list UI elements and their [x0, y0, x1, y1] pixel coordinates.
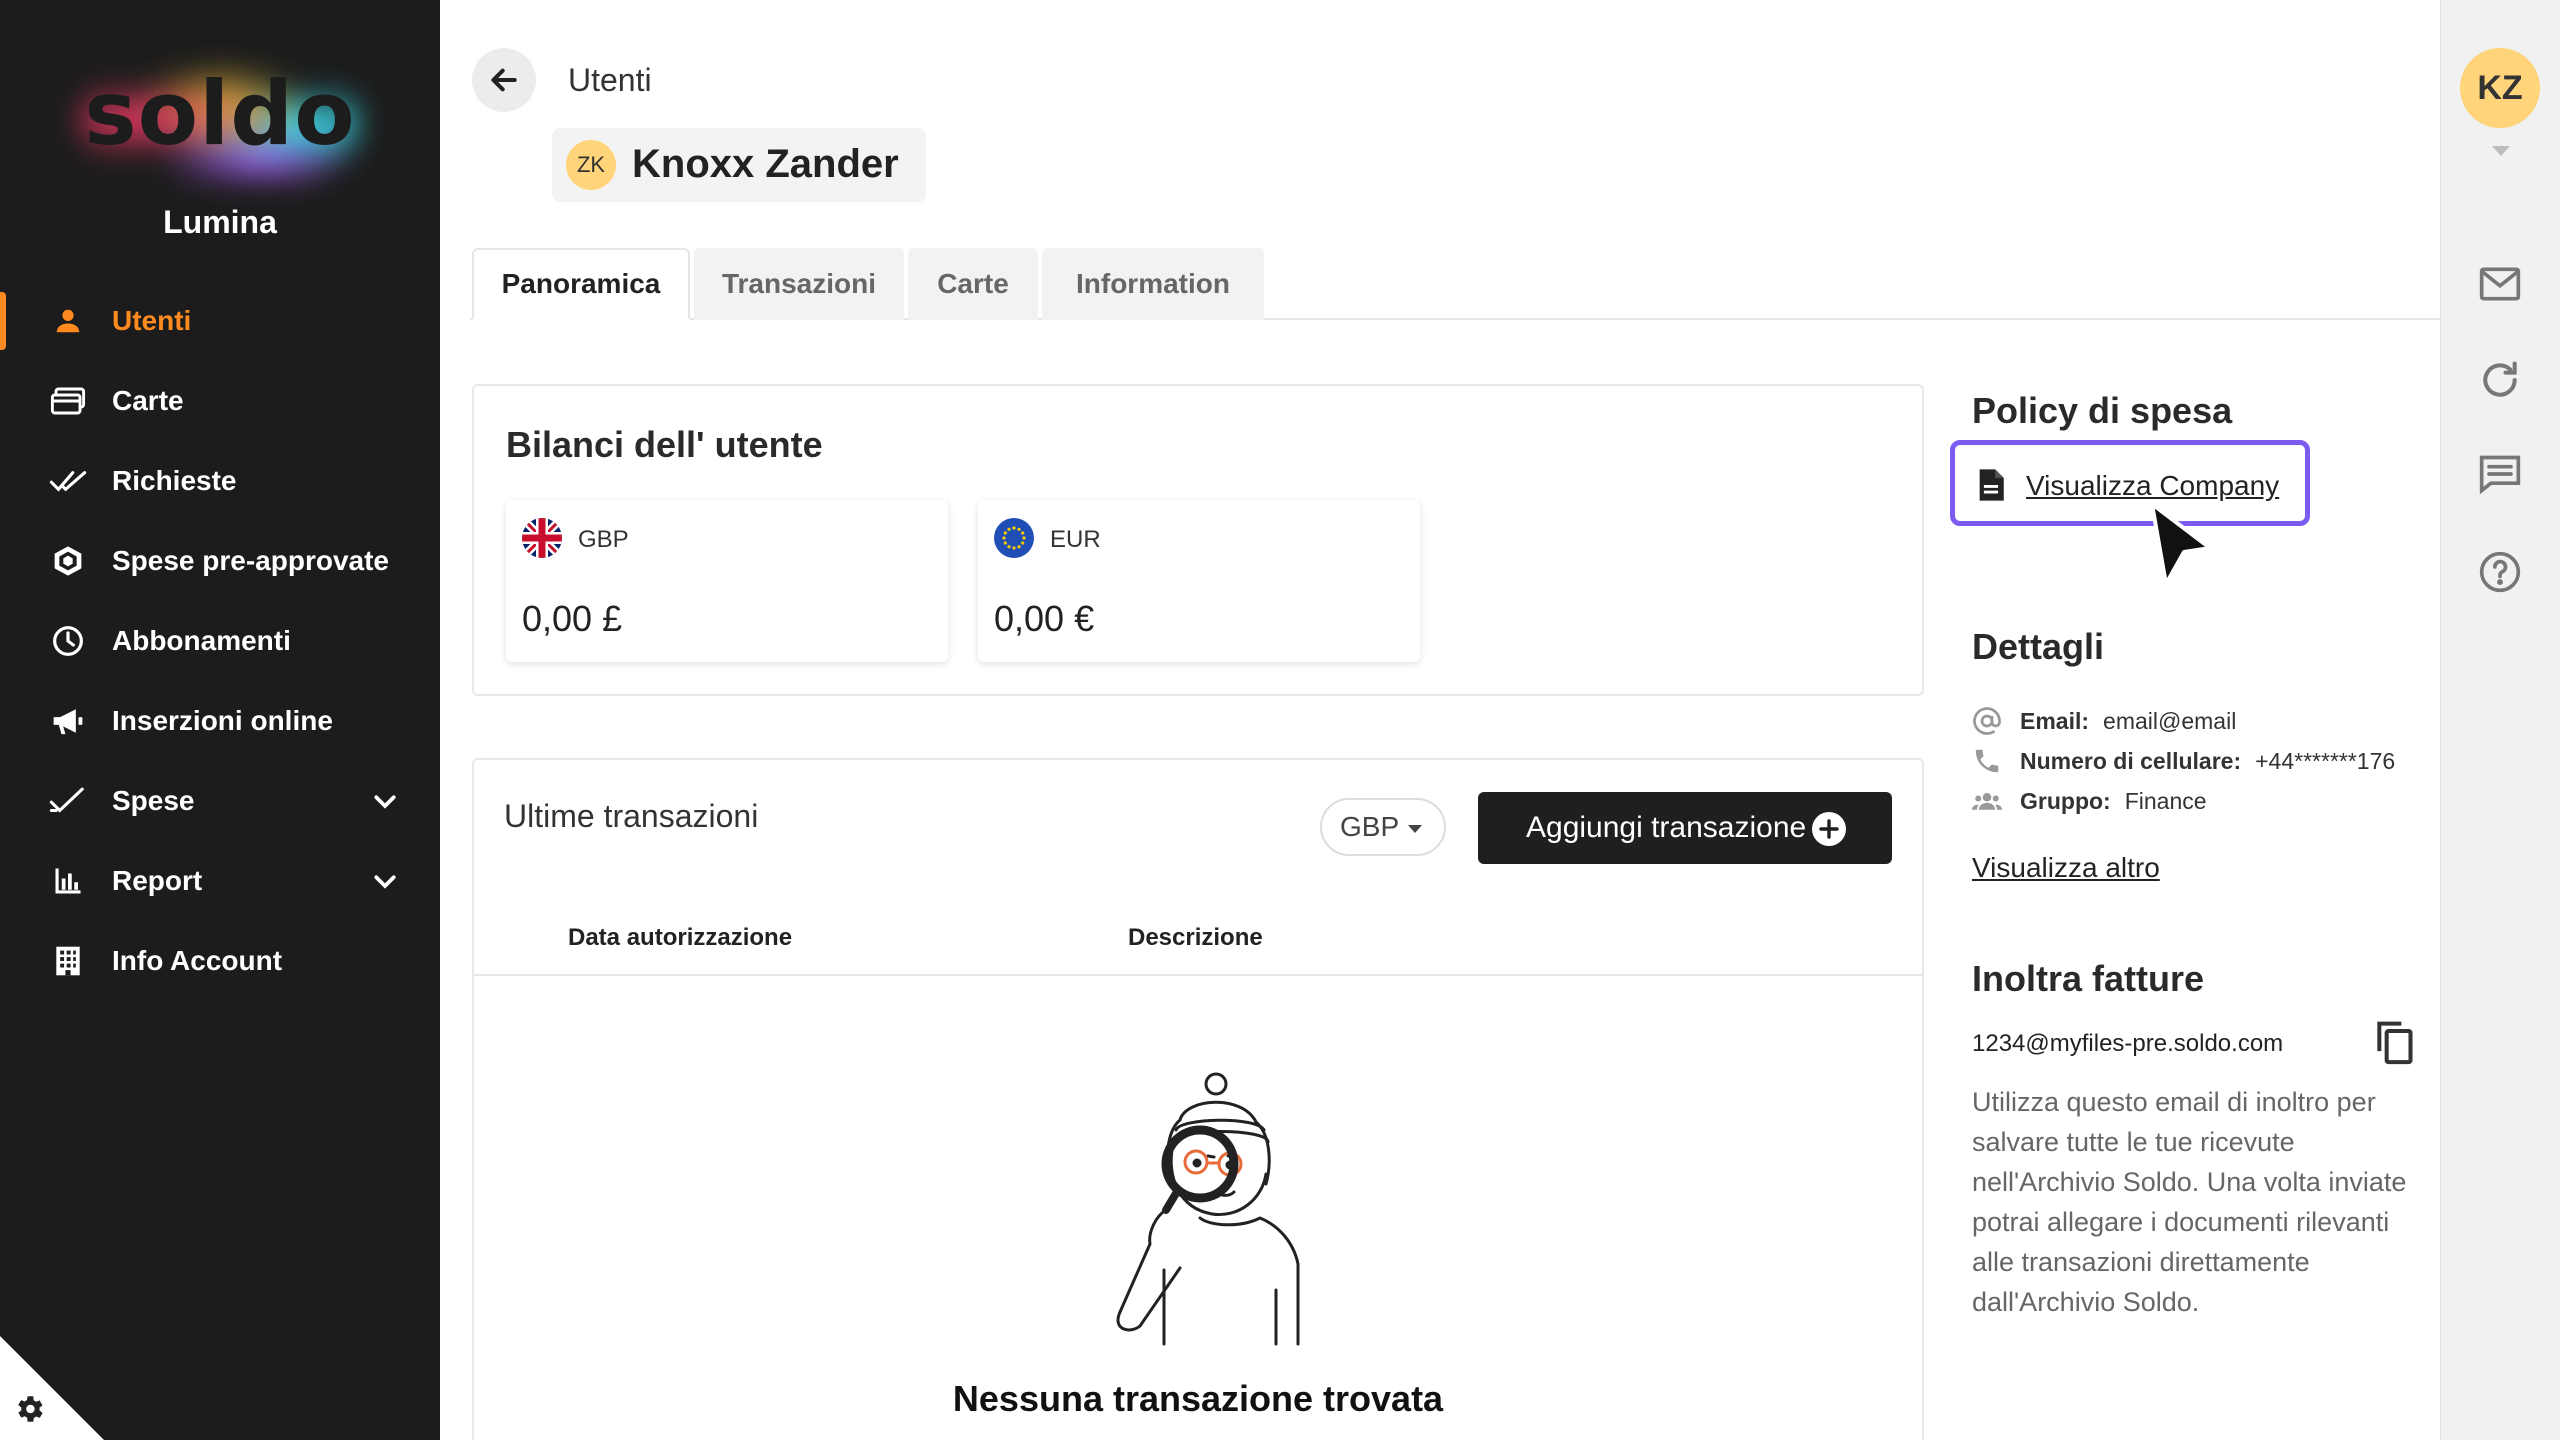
sidebar-item-utenti[interactable]: Utenti [0, 286, 440, 356]
eu-flag-icon [994, 518, 1034, 558]
balance-tile-gbp[interactable]: GBP 0,00 £ [506, 500, 948, 662]
sidebar-item-report[interactable]: Report [0, 846, 440, 916]
group-icon [1972, 793, 2002, 810]
sidebar-item-info-account[interactable]: Info Account [0, 926, 440, 996]
detail-label: Email: [2020, 707, 2090, 734]
detail-label: Numero di cellulare: [2020, 747, 2242, 774]
table-header-divider [474, 974, 1922, 976]
tab-panoramica[interactable]: Panoramica [472, 248, 690, 320]
sidebar-item-label: Carte [112, 385, 184, 416]
phone-icon [1975, 749, 1999, 773]
sidebar-item-label: Utenti [112, 305, 192, 336]
tab-carte[interactable]: Carte [908, 248, 1038, 320]
uk-flag-icon [522, 518, 562, 558]
balance-amount: 0,00 € [994, 598, 1095, 639]
soldo-logo[interactable]: soldo [60, 50, 380, 190]
bar-chart-icon [48, 861, 88, 901]
empty-state-text: Nessuna transazione trovata [952, 1378, 1444, 1419]
plus-circle-icon [1812, 812, 1846, 846]
detail-value: Finance [2124, 787, 2207, 814]
detail-row-email: Email: email@email [1972, 704, 2236, 738]
sidebar-item-label: Richieste [112, 465, 237, 496]
sidebar-item-label: Report [112, 865, 203, 896]
sidebar-item-label: Abbonamenti [112, 625, 291, 656]
mouse-cursor-icon [2150, 502, 2212, 586]
organization-name: Lumina [163, 204, 277, 240]
detail-value: email@email [2103, 707, 2237, 734]
detail-label: Gruppo: [2020, 787, 2111, 814]
policy-title: Policy di spesa [1972, 390, 2233, 431]
balance-tile-eur[interactable]: EUR 0,00 € [978, 500, 1420, 662]
balance-amount: 0,00 £ [522, 598, 623, 639]
column-header-date[interactable]: Data autorizzazione [568, 924, 792, 952]
tab-information[interactable]: Information [1042, 248, 1264, 320]
chevron-down-icon[interactable] [370, 786, 400, 816]
check-icon [48, 781, 88, 821]
user-avatar: ZK [566, 140, 616, 190]
sidebar-item-abbonamenti[interactable]: Abbonamenti [0, 606, 440, 676]
sidebar-item-label: Info Account [112, 945, 283, 976]
mail-icon[interactable] [2478, 262, 2522, 306]
balance-currency: GBP [578, 526, 629, 553]
user-icon [48, 301, 88, 341]
add-transaction-label: Aggiungi transazione [1526, 811, 1807, 844]
arrow-left-icon [491, 68, 517, 92]
transactions-title: Ultime transazioni [504, 798, 759, 834]
sidebar-item-label: Inserzioni online [112, 705, 333, 736]
detail-value: +44*******176 [2255, 747, 2396, 774]
sidebar-item-richieste[interactable]: Richieste [0, 446, 440, 516]
gear-icon[interactable] [12, 1392, 46, 1426]
document-icon [1979, 469, 2004, 501]
page-title: Knoxx Zander [632, 142, 899, 186]
chat-icon[interactable] [2478, 452, 2522, 496]
add-transaction-button[interactable]: Aggiungi transazione [1478, 792, 1892, 864]
at-icon [1973, 707, 2001, 735]
sidebar-item-inserzioni-online[interactable]: Inserzioni online [0, 686, 440, 756]
sidebar-item-label: Spese [112, 785, 195, 816]
show-more-link[interactable]: Visualizza altro [1972, 852, 2160, 884]
tab-transazioni[interactable]: Transazioni [694, 248, 904, 320]
currency-select[interactable]: GBP [1320, 798, 1446, 856]
forward-email: 1234@myfiles-pre.soldo.com [1972, 1030, 2284, 1057]
building-icon [48, 941, 88, 981]
balance-currency: EUR [1050, 526, 1101, 553]
right-rail [2440, 0, 2560, 1440]
sidebar-item-spese[interactable]: Spese [0, 766, 440, 836]
view-company-policy-link[interactable]: Visualizza Company [2026, 470, 2279, 502]
chevron-down-icon[interactable] [370, 866, 400, 896]
forward-invoices-title: Inoltra fatture [1972, 958, 2205, 999]
refresh-icon[interactable] [2478, 358, 2522, 402]
balances-title: Bilanci dell' utente [506, 424, 823, 465]
clock-icon [48, 621, 88, 661]
avatar[interactable]: KZ [2460, 48, 2540, 128]
detail-row-group: Gruppo: Finance [1972, 784, 2207, 818]
column-header-description[interactable]: Descrizione [1128, 924, 1263, 952]
sidebar-item-carte[interactable]: Carte [0, 366, 440, 436]
avatar-dropdown-icon[interactable] [2492, 146, 2510, 156]
logo-text: soldo [84, 62, 356, 165]
breadcrumb[interactable]: Utenti [568, 62, 652, 99]
caret-down-icon [1408, 825, 1422, 833]
megaphone-icon [48, 701, 88, 741]
double-check-icon [48, 461, 88, 501]
sidebar-item-spese-pre-approvate[interactable]: Spese pre-approvate [0, 526, 440, 596]
details-title: Dettagli [1972, 626, 2105, 667]
empty-state-illustration [1116, 1072, 1300, 1346]
cards-icon [48, 381, 88, 421]
detail-row-phone: Numero di cellulare: +44*******176 [1972, 744, 2395, 778]
hexagon-icon [48, 541, 88, 581]
sidebar-item-label: Spese pre-approvate [112, 545, 389, 576]
forward-invoices-description: Utilizza questo email di inoltro per sal… [1972, 1087, 2407, 1317]
help-icon[interactable] [2478, 550, 2522, 594]
back-button[interactable] [472, 48, 536, 112]
currency-select-value: GBP [1340, 811, 1400, 842]
copy-icon[interactable] [2372, 1018, 2416, 1066]
